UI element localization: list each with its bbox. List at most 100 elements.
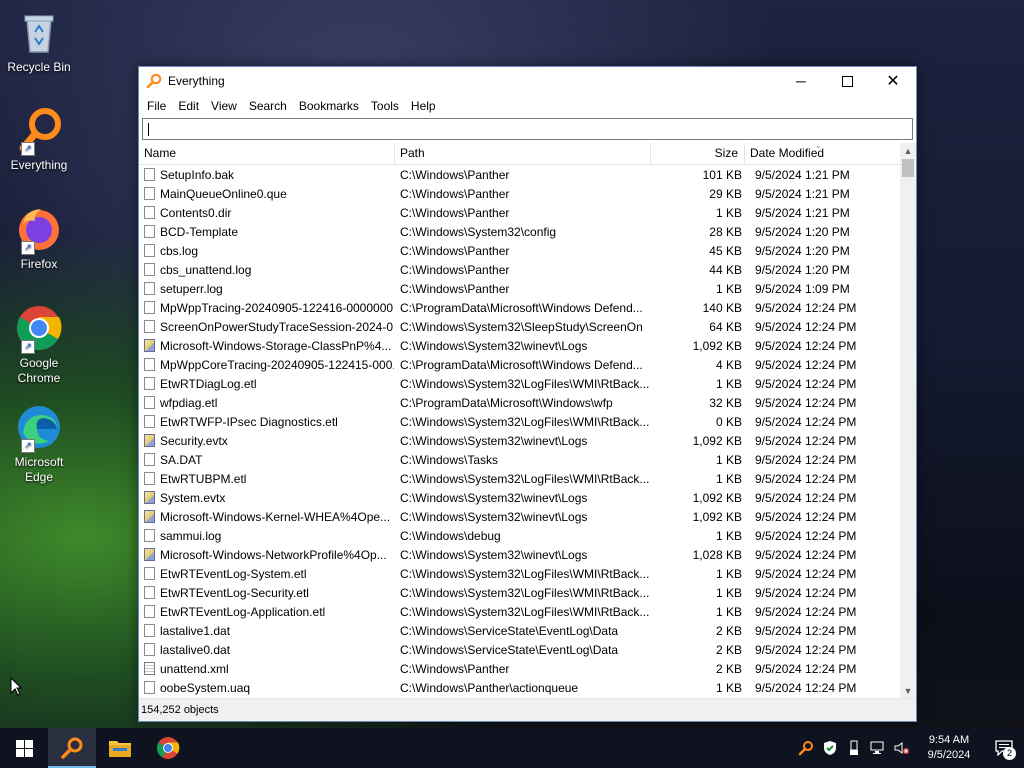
cell-date-modified: 9/5/2024 12:24 PM — [755, 490, 857, 505]
table-row[interactable]: Contents0.dir C:\Windows\Panther 1 KB 9/5/2… — [139, 203, 900, 222]
menu-search[interactable]: Search — [243, 95, 293, 117]
table-row[interactable]: EtwRTEventLog-Security.etl C:\Windows\Sys… — [139, 583, 900, 602]
desktop-icon-google-chrome[interactable]: ↗ Google Chrome — [4, 304, 74, 386]
table-row[interactable]: lastalive1.dat C:\Windows\ServiceState\Ev… — [139, 621, 900, 640]
desktop-icon-label: Microsoft Edge — [14, 455, 64, 484]
table-row[interactable]: unattend.xml C:\Windows\Panther 2 KB 9/5/20… — [139, 659, 900, 678]
cell-date-modified: 9/5/2024 1:21 PM — [755, 167, 850, 182]
column-header-date-modified[interactable]: Date Modified ⌄ — [745, 141, 896, 164]
table-row[interactable]: MpWppCoreTracing-20240905-122415-000... C… — [139, 355, 900, 374]
cell-date-modified: 9/5/2024 12:24 PM — [755, 433, 857, 448]
table-row[interactable]: cbs_unattend.log C:\Windows\Panther 44 KB 9… — [139, 260, 900, 279]
menu-view[interactable]: View — [205, 95, 243, 117]
table-row[interactable]: lastalive0.dat C:\Windows\ServiceState\Ev… — [139, 640, 900, 659]
file-name: wfpdiag.etl — [160, 395, 218, 410]
scroll-up-icon[interactable]: ▲ — [900, 143, 916, 159]
table-row[interactable]: cbs.log C:\Windows\Panther 45 KB 9/5/2024 1… — [139, 241, 900, 260]
cell-name: Microsoft-Windows-Kernel-WHEA%4Ope... — [139, 510, 394, 524]
file-name: ScreenOnPowerStudyTraceSession-2024-0... — [160, 319, 394, 334]
event-log-file-icon — [144, 434, 155, 447]
cell-size: 1 KB — [715, 205, 742, 220]
table-row[interactable]: MainQueueOnline0.que C:\Windows\Panther 29… — [139, 184, 900, 203]
cell-date-modified: 9/5/2024 12:24 PM — [755, 642, 857, 657]
file-icon — [144, 643, 155, 656]
menu-bookmarks[interactable]: Bookmarks — [293, 95, 365, 117]
menu-tools[interactable]: Tools — [365, 95, 405, 117]
desktop-icon-everything[interactable]: ↗ Everything — [4, 106, 74, 173]
minimize-button[interactable]: ─ — [778, 67, 824, 95]
file-name: Contents0.dir — [160, 205, 232, 220]
desktop-icon-firefox[interactable]: ↗ Firefox — [4, 205, 74, 272]
usb-device-icon[interactable] — [842, 728, 866, 768]
action-center-button[interactable]: 2 — [984, 728, 1024, 768]
volume-muted-icon[interactable] — [890, 728, 914, 768]
cell-date-modified: 9/5/2024 12:24 PM — [755, 414, 857, 429]
column-header-name[interactable]: Name — [139, 143, 395, 164]
windows-security-icon[interactable] — [818, 728, 842, 768]
table-row[interactable]: EtwRTDiagLog.etl C:\Windows\System32\LogF… — [139, 374, 900, 393]
table-row[interactable]: setuperr.log C:\Windows\Panther 1 KB 9/5/20… — [139, 279, 900, 298]
table-row[interactable]: EtwRTWFP-IPsec Diagnostics.etl C:\Windows… — [139, 412, 900, 431]
file-name: lastalive1.dat — [160, 623, 231, 638]
cell-size: 1 KB — [715, 585, 742, 600]
cell-path: C:\Windows\Panther — [400, 281, 510, 296]
cell-name: MainQueueOnline0.que — [139, 187, 394, 201]
table-row[interactable]: SetupInfo.bak C:\Windows\Panther 101 KB 9/5… — [139, 165, 900, 184]
cell-path: C:\Windows\System32\winevt\Logs — [400, 433, 588, 448]
cell-date-modified: 9/5/2024 12:24 PM — [755, 319, 857, 334]
taskbar: 9:54 AM 9/5/2024 2 — [0, 728, 1024, 768]
desktop-icon-microsoft-edge[interactable]: ↗ Microsoft Edge — [4, 403, 74, 485]
taskbar-file-explorer[interactable] — [96, 728, 144, 768]
desktop-icon-recycle-bin[interactable]: Recycle Bin — [4, 8, 74, 75]
search-input[interactable] — [142, 118, 913, 140]
table-row[interactable]: Microsoft-Windows-Storage-ClassPnP%4... C… — [139, 336, 900, 355]
file-name: SA.DAT — [160, 452, 203, 467]
shortcut-arrow-icon: ↗ — [21, 340, 35, 354]
table-row[interactable]: System.evtx C:\Windows\System32\winevt\Lo… — [139, 488, 900, 507]
table-row[interactable]: ScreenOnPowerStudyTraceSession-2024-0...… — [139, 317, 900, 336]
cell-date-modified: 9/5/2024 12:24 PM — [755, 395, 857, 410]
taskbar-everything[interactable] — [48, 728, 96, 768]
column-header-path[interactable]: Path — [395, 143, 651, 164]
menu-help[interactable]: Help — [405, 95, 442, 117]
file-name: System.evtx — [160, 490, 226, 505]
file-icon — [144, 472, 155, 485]
clock[interactable]: 9:54 AM 9/5/2024 — [914, 733, 984, 763]
start-button[interactable] — [0, 728, 48, 768]
file-name: oobeSystem.uaq — [160, 680, 251, 695]
cell-date-modified: 9/5/2024 12:24 PM — [755, 604, 857, 619]
taskbar-chrome[interactable] — [144, 728, 192, 768]
maximize-button[interactable] — [824, 67, 870, 95]
table-row[interactable]: Microsoft-Windows-Kernel-WHEA%4Ope... C:\… — [139, 507, 900, 526]
cell-size: 44 KB — [709, 262, 742, 277]
desktop-icon-label: Firefox — [20, 257, 58, 271]
file-name: BCD-Template — [160, 224, 239, 239]
cell-path: C:\Windows\Panther — [400, 243, 510, 258]
event-log-file-icon — [144, 339, 155, 352]
menu-edit[interactable]: Edit — [172, 95, 205, 117]
file-icon — [144, 244, 155, 257]
file-name: unattend.xml — [160, 661, 229, 676]
table-row[interactable]: EtwRTUBPM.etl C:\Windows\System32\LogFile… — [139, 469, 900, 488]
table-row[interactable]: EtwRTEventLog-Application.etl C:\Windows\… — [139, 602, 900, 621]
scroll-down-icon[interactable]: ▼ — [900, 683, 916, 699]
table-row[interactable]: EtwRTEventLog-System.etl C:\Windows\Syste… — [139, 564, 900, 583]
table-row[interactable]: MpWppTracing-20240905-122416-0000000... C… — [139, 298, 900, 317]
title-bar[interactable]: Everything ─ ✕ — [139, 67, 916, 95]
close-button[interactable]: ✕ — [870, 67, 916, 95]
cell-path: C:\Windows\Panther — [400, 262, 510, 277]
vertical-scrollbar[interactable]: ▲ ▼ — [900, 143, 916, 699]
table-row[interactable]: Security.evtx C:\Windows\System32\winevt\… — [139, 431, 900, 450]
table-row[interactable]: BCD-Template C:\Windows\System32\config 28… — [139, 222, 900, 241]
network-icon[interactable] — [866, 728, 890, 768]
tray-everything-icon[interactable] — [794, 728, 818, 768]
menu-file[interactable]: File — [141, 95, 172, 117]
table-row[interactable]: wfpdiag.etl C:\ProgramData\Microsoft\Wind… — [139, 393, 900, 412]
table-row[interactable]: Microsoft-Windows-NetworkProfile%4Op... C… — [139, 545, 900, 564]
table-row[interactable]: oobeSystem.uaq C:\Windows\Panther\actionq… — [139, 678, 900, 697]
table-row[interactable]: SA.DAT C:\Windows\Tasks 1 KB 9/5/2024 12:24… — [139, 450, 900, 469]
column-header-size[interactable]: Size — [651, 143, 745, 164]
scroll-thumb[interactable] — [902, 159, 914, 177]
cell-size: 2 KB — [715, 642, 742, 657]
table-row[interactable]: sammui.log C:\Windows\debug 1 KB 9/5/2024 1… — [139, 526, 900, 545]
